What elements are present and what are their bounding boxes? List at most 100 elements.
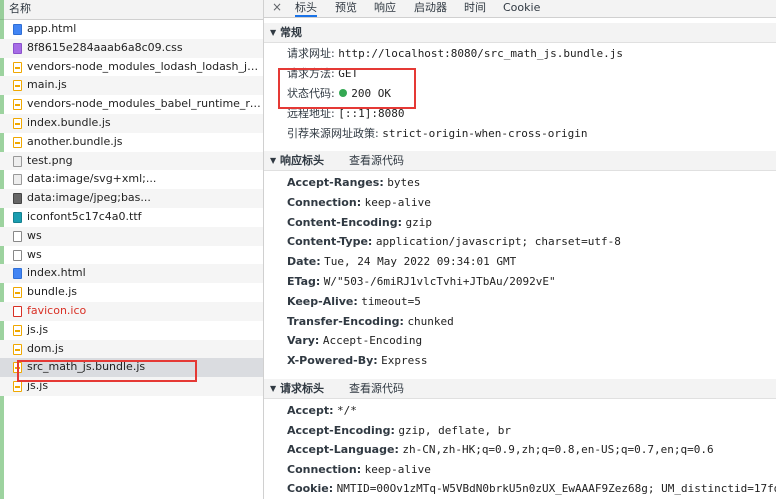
header-value[interactable]: keep-alive — [365, 196, 431, 209]
status-code-label: 状态代码: — [287, 87, 335, 100]
request-row[interactable]: js.js — [0, 377, 263, 396]
header-name: Content-Type: — [287, 235, 373, 249]
details-tabbar: × 标头 预览 响应 启动器 时间 Cookie — [264, 0, 776, 18]
request-row[interactable]: data:image/jpeg;bas... — [0, 189, 263, 208]
request-row-label: favicon.ico — [27, 303, 87, 317]
request-row[interactable]: another.bundle.js — [0, 133, 263, 152]
request-rows: app.html 8f8615e284aaab6a8c09.css vendors-… — [0, 20, 263, 396]
request-row-label: app.html — [27, 22, 77, 35]
request-row[interactable]: ws — [0, 246, 263, 265]
referrer-policy-value[interactable]: strict-origin-when-cross-origin — [382, 127, 587, 140]
tab-cookies[interactable]: Cookie — [503, 0, 540, 15]
ico-file-icon — [13, 305, 22, 317]
response-headers-section-header[interactable]: ▼ 响应标头 查看源代码 — [264, 151, 776, 171]
request-row[interactable]: app.html — [0, 20, 263, 39]
status-code-value[interactable]: 200 OK — [351, 87, 391, 100]
header-value[interactable]: application/javascript; charset=utf-8 — [376, 235, 621, 248]
header-value[interactable]: Accept-Encoding — [323, 334, 422, 347]
request-row[interactable]: src_math_js.bundle.js — [0, 358, 263, 378]
request-row[interactable]: bundle.js — [0, 283, 263, 302]
header-name: Connection: — [287, 195, 362, 209]
request-row-label: src_math_js.bundle.js — [27, 360, 146, 374]
request-row-label: vendors-node_modules_babel_runtime_regen… — [27, 97, 263, 111]
view-source-request-button[interactable]: 查看源代码 — [349, 379, 404, 398]
header-value[interactable]: timeout=5 — [361, 295, 421, 308]
js-file-icon — [13, 362, 22, 374]
js-file-icon — [13, 381, 22, 393]
tab-initiator[interactable]: 启动器 — [414, 0, 447, 15]
tab-response[interactable]: 响应 — [374, 0, 396, 15]
header-name: Accept-Ranges: — [287, 176, 384, 189]
request-row[interactable]: index.html — [0, 264, 263, 284]
image-file-icon — [13, 174, 22, 186]
request-method-value[interactable]: GET — [338, 67, 358, 80]
request-url-row: 请求网址: http://localhost:8080/src_math_js.… — [287, 47, 623, 61]
remote-address-row: 远程地址: [::1]:8080 — [287, 107, 404, 121]
request-row-label: 8f8615e284aaab6a8c09.css — [27, 40, 183, 54]
request-row[interactable]: test.png — [0, 151, 263, 171]
js-file-icon — [13, 117, 22, 129]
header-name: Vary: — [287, 334, 320, 348]
header-value[interactable]: keep-alive — [365, 463, 431, 476]
request-row[interactable]: main.js — [0, 76, 263, 96]
status-ok-dot-icon — [339, 89, 348, 97]
request-row-label: vendors-node_modules_lodash_lodash_js-no… — [27, 59, 263, 73]
js-file-icon — [13, 136, 22, 148]
request-row[interactable]: vendors-node_modules_lodash_lodash_js-no… — [0, 58, 263, 77]
request-row[interactable]: js.js — [0, 321, 263, 340]
general-section-header[interactable]: ▼ 常规 — [264, 23, 776, 43]
header-value[interactable]: chunked — [407, 315, 453, 328]
header-row: Cookie: NMTID=00Ov1zMTq-W5VBdN0brkU5n0zU… — [287, 482, 776, 496]
request-row-label: another.bundle.js — [27, 134, 123, 148]
request-url-value[interactable]: http://localhost:8080/src_math_js.bundle… — [338, 47, 623, 60]
view-source-response-button[interactable]: 查看源代码 — [349, 151, 404, 170]
js-file-icon — [13, 324, 22, 336]
header-name: Accept-Language: — [287, 443, 399, 456]
header-name: Cookie: — [287, 482, 334, 495]
header-value[interactable]: gzip — [406, 216, 433, 229]
header-value[interactable]: */* — [337, 404, 357, 417]
header-row: Keep-Alive: timeout=5 — [287, 295, 421, 309]
request-row[interactable]: favicon.ico — [0, 301, 263, 321]
request-row[interactable]: index.bundle.js — [0, 113, 263, 133]
collapse-triangle-icon: ▼ — [270, 28, 277, 37]
header-value[interactable]: bytes — [387, 176, 420, 189]
request-list-panel: 名称 app.html 8f8615e284aaab6a8c09.css vendo… — [0, 0, 264, 499]
header-value[interactable]: NMTID=00Ov1zMTq-W5VBdN0brkU5n0zUX_EwAAAF… — [337, 482, 776, 495]
request-headers-section-header[interactable]: ▼ 请求标头 查看源代码 — [264, 379, 776, 399]
request-method-label: 请求方法: — [287, 67, 335, 80]
header-row: X-Powered-By: Express — [287, 354, 428, 368]
request-row-label: index.bundle.js — [27, 115, 111, 129]
request-row-label: main.js — [27, 78, 67, 92]
tab-timing[interactable]: 时间 — [464, 0, 486, 15]
header-value[interactable]: W/"503-/6miRJ1vlcTvhi+JTbAu/2092vE" — [324, 275, 556, 288]
header-name: Accept: — [287, 404, 334, 417]
request-row[interactable]: iconfont5c17c4a0.ttf — [0, 208, 263, 227]
request-row[interactable]: 8f8615e284aaab6a8c09.css — [0, 38, 263, 58]
header-value[interactable]: Express — [381, 354, 427, 367]
image-file-icon — [13, 155, 22, 167]
request-row-label: index.html — [27, 266, 86, 280]
request-row[interactable]: vendors-node_modules_babel_runtime_regen… — [0, 95, 263, 114]
header-value[interactable]: gzip, deflate, br — [398, 424, 511, 437]
header-row: ETag: W/"503-/6miRJ1vlcTvhi+JTbAu/2092vE… — [287, 275, 556, 289]
request-row-label: test.png — [27, 153, 73, 167]
request-row[interactable]: dom.js — [0, 339, 263, 359]
header-value[interactable]: Tue, 24 May 2022 09:34:01 GMT — [324, 255, 516, 268]
header-row: Accept-Language: zh-CN,zh-HK;q=0.9,zh;q=… — [287, 443, 714, 457]
header-name: Transfer-Encoding: — [287, 314, 404, 328]
font-file-icon — [13, 211, 22, 223]
close-icon[interactable]: × — [272, 0, 282, 15]
request-row[interactable]: data:image/svg+xml;... — [0, 170, 263, 189]
header-row: Connection: keep-alive — [287, 196, 431, 210]
name-column-header[interactable]: 名称 — [0, 0, 263, 20]
request-row[interactable]: ws — [0, 226, 263, 246]
remote-address-value[interactable]: [::1]:8080 — [338, 107, 404, 120]
header-value[interactable]: zh-CN,zh-HK;q=0.9,zh;q=0.8,en-US;q=0.7,e… — [402, 443, 713, 456]
tab-headers[interactable]: 标头 — [295, 0, 317, 17]
request-url-label: 请求网址: — [287, 47, 335, 60]
header-row: Accept-Encoding: gzip, deflate, br — [287, 424, 511, 438]
tab-preview[interactable]: 预览 — [335, 0, 357, 15]
request-row-label: dom.js — [27, 341, 64, 355]
css-file-icon — [13, 42, 22, 54]
